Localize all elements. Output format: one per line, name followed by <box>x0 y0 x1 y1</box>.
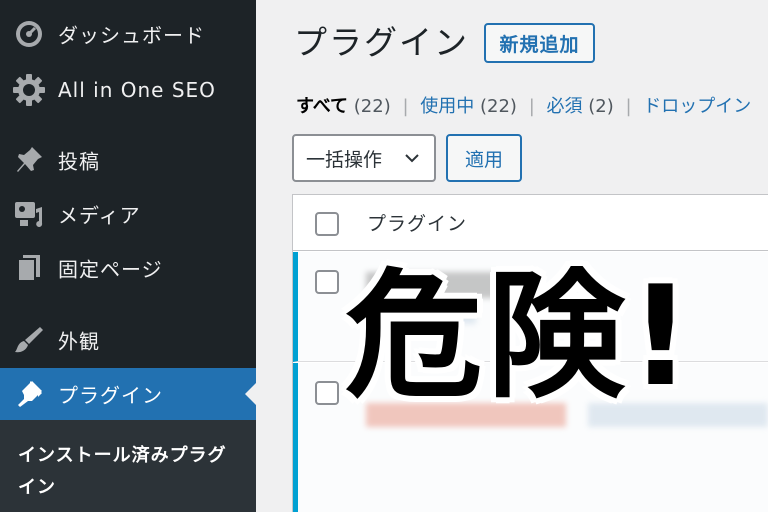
media-icon <box>15 202 43 227</box>
sidebar-item-pages[interactable]: 固定ページ <box>0 242 256 294</box>
filter-dropin[interactable]: ドロップイン <box>643 96 751 117</box>
active-indicator <box>245 383 256 405</box>
select-all-checkbox[interactable] <box>315 212 339 236</box>
filter-active[interactable]: 使用中 <box>420 96 474 117</box>
sidebar-item-appearance[interactable]: 外観 <box>0 314 256 366</box>
sidebar-item-dashboard[interactable]: ダッシュボード <box>0 8 256 60</box>
sidebar-item-label: 投稿 <box>58 149 100 174</box>
sidebar-item-aioseo[interactable]: All in One SEO <box>0 64 256 116</box>
add-new-button[interactable]: 新規追加 <box>484 23 595 63</box>
brush-icon <box>15 327 43 353</box>
row-checkbox[interactable] <box>315 381 339 405</box>
sidebar-item-label: 外観 <box>58 329 100 354</box>
filter-all[interactable]: すべて <box>296 96 348 117</box>
sidebar-item-posts[interactable]: 投稿 <box>0 134 256 186</box>
table-header: プラグイン <box>293 195 768 251</box>
filter-separator: | <box>402 96 409 117</box>
plugins-submenu: インストール済みプラグイン <box>0 420 256 512</box>
bulk-actions-select[interactable]: 一括操作 <box>292 134 436 182</box>
sidebar-item-label: 固定ページ <box>58 257 163 282</box>
sidebar-item-label: プラグイン <box>58 383 163 408</box>
filter-all-count: (22) <box>353 96 391 117</box>
page-icon <box>17 255 40 282</box>
sidebar-item-media[interactable]: メディア <box>0 188 256 240</box>
page-title: プラグイン <box>294 23 469 62</box>
column-header-plugin: プラグイン <box>367 213 468 235</box>
plugin-status-filters: すべて (22) | 使用中 (22) | 必須 (2) | ドロップイン <box>296 92 751 118</box>
bulk-actions-value: 一括操作 <box>306 148 383 171</box>
chevron-down-icon <box>405 154 419 163</box>
sidebar-item-plugins[interactable]: プラグイン <box>0 368 256 420</box>
sidebar-item-label: All in One SEO <box>58 78 216 102</box>
dashboard-icon <box>16 21 42 47</box>
danger-overlay-text: 危険! <box>345 256 696 417</box>
apply-button[interactable]: 適用 <box>446 134 522 182</box>
filter-separator: | <box>528 96 535 117</box>
admin-sidebar: ダッシュボード All in One SEO 投稿 メディア 固定ページ 外観 … <box>0 0 256 512</box>
filter-active-count: (22) <box>480 96 517 117</box>
plugin-icon <box>18 381 42 407</box>
sidebar-item-label: メディア <box>58 203 141 228</box>
filter-mustuse-count: (2) <box>588 96 614 117</box>
pin-icon <box>17 147 42 172</box>
submenu-item-installed-plugins[interactable]: インストール済みプラグイン <box>18 440 238 504</box>
gear-icon <box>13 74 45 106</box>
filter-mustuse[interactable]: 必須 <box>547 96 583 117</box>
filter-separator: | <box>625 96 632 117</box>
row-checkbox[interactable] <box>315 270 339 294</box>
sidebar-item-label: ダッシュボード <box>58 23 205 48</box>
